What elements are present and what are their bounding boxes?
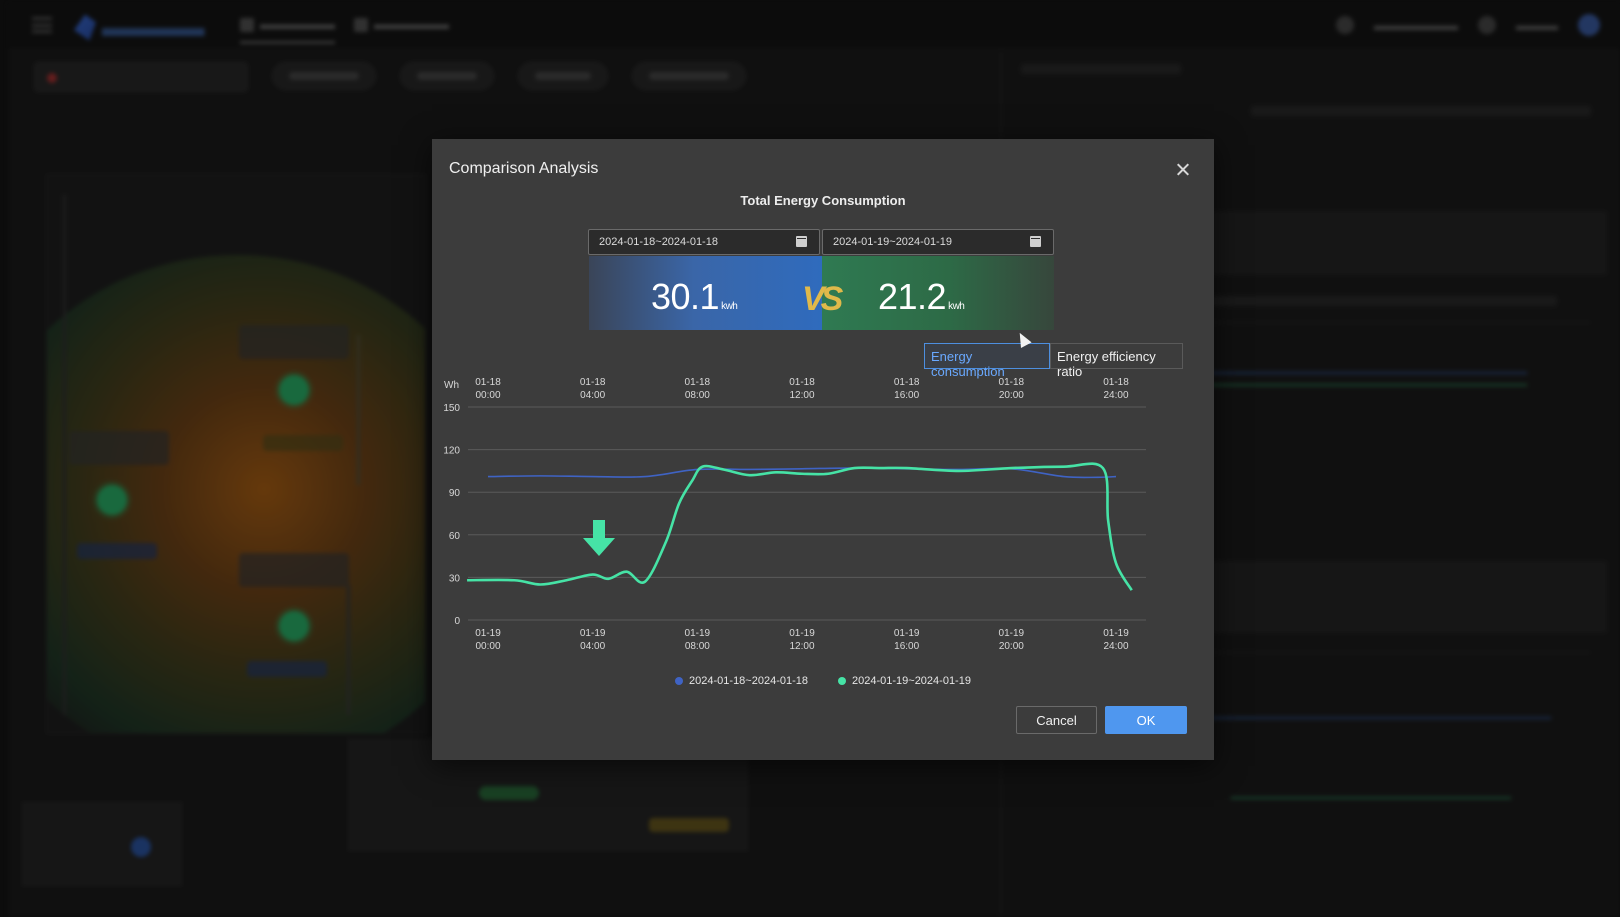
x-top-tick-date: 01-18 [580,377,606,388]
x-top-tick-date: 01-18 [789,377,815,388]
toggle-energy-efficiency-ratio[interactable]: Energy efficiency ratio [1050,343,1183,379]
dialog-subtitle: Total Energy Consumption [740,193,906,208]
x-bottom-tick-time: 00:00 [475,641,500,652]
x-bottom-tick-date: 01-19 [789,628,815,639]
y-tick-label: 60 [449,531,461,542]
dialog-title: Comparison Analysis [449,160,599,177]
close-icon[interactable] [1172,159,1194,181]
value-1-unit: kwh [721,301,738,312]
x-top-tick-time: 20:00 [999,390,1024,401]
x-bottom-tick-time: 20:00 [999,641,1024,652]
calendar-icon[interactable] [796,236,807,247]
x-top-tick-time: 16:00 [894,390,919,401]
x-bottom-tick-date: 01-19 [685,628,711,639]
x-top-tick-time: 08:00 [685,390,710,401]
app-screen: ▬▬▬▬ ▬▬▬▬▬ ▬▬▬▬▬ ▬▬▬▬▬▬ ▬▬▬ Comparison A… [0,0,1620,917]
value-1-number: 30.1 [651,276,720,317]
x-top-tick-date: 01-18 [475,377,501,388]
date-range-2-text: 2024-01-19~2024-01-19 [833,236,952,248]
chart-legend: 2024-01-18~2024-01-18 2024-01-19~2024-01… [432,675,1214,687]
y-tick-label: 90 [449,488,461,499]
legend-label-1: 2024-01-18~2024-01-18 [689,675,808,687]
x-top-tick-date: 01-18 [894,377,920,388]
y-tick-label: 120 [443,446,460,457]
date-range-picker-1[interactable]: 2024-01-18~2024-01-18 [588,229,820,255]
legend-swatch-1 [675,677,684,685]
x-bottom-tick-date: 01-19 [580,628,606,639]
y-tick-label: 30 [449,573,461,584]
series-line-2 [467,462,1133,591]
x-bottom-tick-time: 24:00 [1103,641,1128,652]
x-bottom-tick-time: 16:00 [894,641,919,652]
date-range-1-text: 2024-01-18~2024-01-18 [599,236,718,248]
energy-comparison-chart: 150 120 90 60 30 0 Wh 01-18 00:00 01-18 04:00 01-18… [443,377,1146,652]
cancel-button[interactable]: Cancel [1016,706,1097,734]
value-1: 30.1 kwh [651,276,738,318]
comparison-summary: 30.1 kwh 21.2 kwh VS [589,256,1054,330]
legend-item-2[interactable]: 2024-01-19~2024-01-19 [838,675,971,687]
value-panel-1: 30.1 kwh [589,256,822,330]
value-panel-2: 21.2 kwh [822,256,1054,330]
x-top-tick-time: 12:00 [789,390,814,401]
value-2-unit: kwh [948,301,965,312]
date-range-picker-2[interactable]: 2024-01-19~2024-01-19 [822,229,1054,255]
x-bottom-tick-time: 04:00 [580,641,605,652]
ok-button[interactable]: OK [1105,706,1187,734]
x-bottom-tick-date: 01-19 [894,628,920,639]
x-bottom-tick-time: 12:00 [789,641,814,652]
comparison-analysis-dialog: Comparison Analysis Total Energy Consump… [432,139,1214,760]
legend-item-1[interactable]: 2024-01-18~2024-01-18 [675,675,808,687]
x-top-tick-time: 00:00 [475,390,500,401]
x-top-tick-time: 24:00 [1103,390,1128,401]
y-tick-label: 0 [454,616,460,627]
down-arrow-icon [583,520,615,556]
vs-label: VS [802,280,843,318]
x-bottom-tick-time: 08:00 [685,641,710,652]
x-top-tick-date: 01-18 [999,377,1025,388]
x-top-tick-date: 01-18 [1103,377,1129,388]
x-bottom-tick-date: 01-19 [475,628,501,639]
calendar-icon[interactable] [1030,236,1041,247]
x-top-tick-time: 04:00 [580,390,605,401]
y-tick-label: 150 [443,403,460,414]
legend-label-2: 2024-01-19~2024-01-19 [852,675,971,687]
y-axis-label: Wh [444,380,459,391]
value-2: 21.2 kwh [878,276,965,318]
x-bottom-tick-date: 01-19 [1103,628,1129,639]
toggle-energy-consumption[interactable]: Energy consumption [924,343,1050,379]
x-top-tick-date: 01-18 [685,377,711,388]
x-bottom-tick-date: 01-19 [999,628,1025,639]
value-2-number: 21.2 [878,276,947,317]
legend-swatch-2 [838,677,846,685]
